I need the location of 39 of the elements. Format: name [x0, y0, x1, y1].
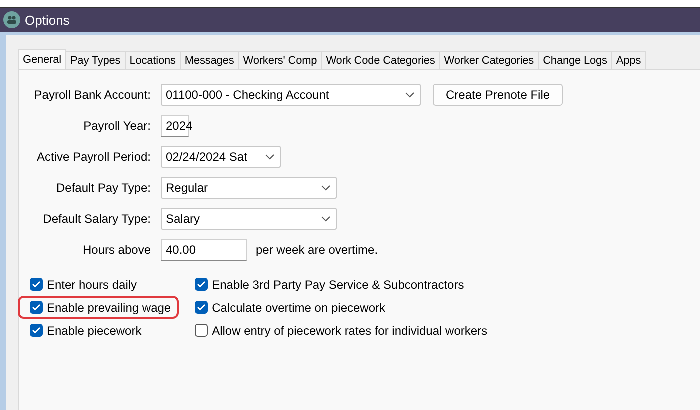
input-field[interactable]: 40.00: [161, 238, 247, 260]
field-label: Payroll Bank Account:: [33, 88, 151, 102]
tab[interactable]: Change Logs: [538, 51, 612, 69]
checkbox-label: Enable 3rd Party Pay Service & Subcontractors: [212, 278, 464, 292]
field-suffix: per week are overtime.: [256, 242, 378, 256]
tab[interactable]: Apps: [611, 51, 646, 69]
checkbox[interactable]: [30, 324, 43, 337]
checkbox-label: Enable piecework: [47, 324, 142, 338]
caret-icon: [321, 216, 331, 222]
tab[interactable]: General: [18, 49, 66, 69]
caret-icon: [321, 184, 331, 190]
checkbox-label: Enter hours daily: [47, 278, 138, 292]
caret-icon: [405, 92, 415, 98]
tab[interactable]: Workers' Comp: [238, 51, 322, 69]
tab[interactable]: Work Code Categories: [321, 51, 440, 69]
checkbox-label: Calculate overtime on piecework: [212, 300, 386, 314]
field-label: Active Payroll Period:: [36, 150, 151, 164]
app-icon: [3, 11, 21, 29]
dropdown[interactable]: 01100-000 - Checking Account: [161, 84, 421, 106]
checkbox-label: Enable prevailing wage: [47, 300, 172, 314]
field-label: Default Salary Type:: [42, 212, 151, 226]
checkbox-label: Allow entry of piecework rates for individual workers: [212, 324, 488, 338]
field-label: Default Pay Type:: [56, 180, 151, 194]
tab[interactable]: Messages: [180, 51, 240, 69]
checkbox[interactable]: [195, 324, 208, 337]
tab[interactable]: Pay Types: [65, 51, 126, 69]
caret-icon: [265, 154, 275, 160]
window-title: Options: [25, 12, 70, 28]
checkbox[interactable]: [195, 278, 208, 291]
checkbox[interactable]: [195, 301, 208, 314]
checkbox[interactable]: [30, 301, 43, 314]
field-label: Payroll Year:: [82, 118, 151, 132]
field-label: Hours above: [82, 242, 151, 256]
dropdown[interactable]: Regular: [161, 176, 337, 198]
dropdown[interactable]: 02/24/2024 Sat: [161, 146, 281, 168]
dropdown[interactable]: Salary: [161, 208, 337, 230]
create-prenote-button[interactable]: Create Prenote File: [433, 84, 564, 106]
tab[interactable]: Worker Categories: [439, 51, 540, 69]
checkbox[interactable]: [30, 278, 43, 291]
